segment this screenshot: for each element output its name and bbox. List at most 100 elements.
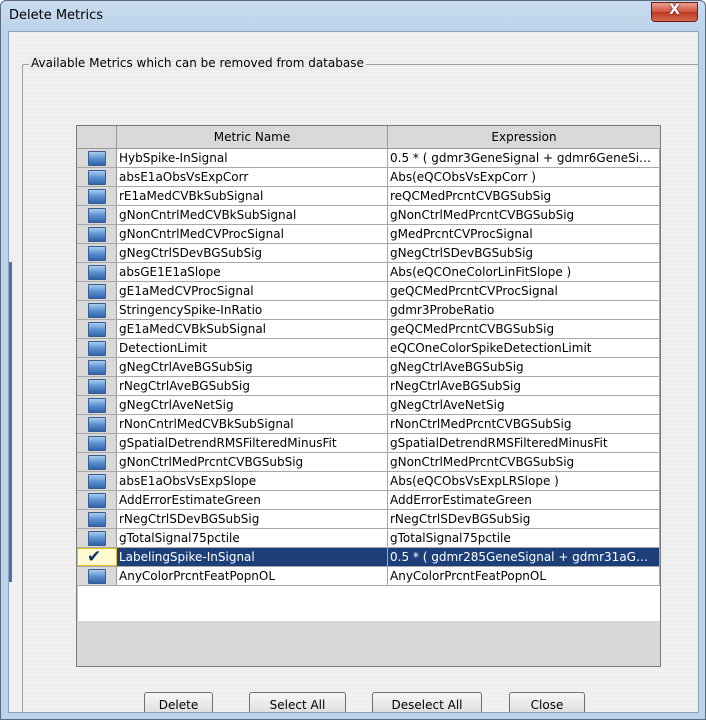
expression-cell[interactable]: 0.5 * ( gdmr285GeneSignal + gdmr31aG… — [388, 548, 660, 566]
metric-name-cell[interactable]: gSpatialDetrendRMSFilteredMinusFit — [117, 434, 388, 452]
table-row[interactable]: AddErrorEstimateGreen AddErrorEstimateGre… — [77, 491, 660, 510]
row-checkbox[interactable] — [77, 567, 117, 585]
row-checkbox[interactable] — [77, 434, 117, 452]
row-checkbox[interactable] — [77, 187, 117, 205]
table-row[interactable]: rNegCtrlSDevBGSubSig rNegCtrlSDevBGSubSig — [77, 510, 660, 529]
row-checkbox[interactable] — [77, 453, 117, 471]
row-checkbox[interactable] — [77, 472, 117, 490]
metric-name-cell[interactable]: DetectionLimit — [117, 339, 388, 357]
metric-name-cell[interactable]: gNegCtrlAveBGSubSig — [117, 358, 388, 376]
metric-name-cell[interactable]: LabelingSpike-InSignal — [117, 548, 388, 566]
table-row[interactable]: gNonCtrlMedPrcntCVBGSubSig gNonCtrlMedPrc… — [77, 453, 660, 472]
row-checkbox[interactable] — [77, 244, 117, 262]
header-metric-name[interactable]: Metric Name — [117, 126, 388, 148]
row-checkbox[interactable] — [77, 301, 117, 319]
metric-name-cell[interactable]: rNegCtrlSDevBGSubSig — [117, 510, 388, 528]
metric-name-cell[interactable]: gNonCntrlMedCVBkSubSignal — [117, 206, 388, 224]
row-checkbox[interactable] — [77, 225, 117, 243]
metric-name-cell[interactable]: absGE1E1aSlope — [117, 263, 388, 281]
metric-name-cell[interactable]: absE1aObsVsExpCorr — [117, 168, 388, 186]
table-row[interactable]: absGE1E1aSlope Abs(eQCOneColorLinFitSlope… — [77, 263, 660, 282]
row-checkbox[interactable] — [77, 377, 117, 395]
table-row[interactable]: gNonCntrlMedCVBkSubSignal gNonCtrlMedPrcn… — [77, 206, 660, 225]
expression-cell[interactable]: Abs(eQCObsVsExpLRSlope ) — [388, 472, 660, 490]
table-row[interactable]: gNonCntrlMedCVProcSignal gMedPrcntCVProcS… — [77, 225, 660, 244]
row-checkbox[interactable]: ✔ — [77, 547, 117, 567]
expression-cell[interactable]: 0.5 * ( gdmr3GeneSignal + gdmr6GeneSi… — [388, 149, 660, 167]
table-row[interactable]: DetectionLimit eQCOneColorSpikeDetectionL… — [77, 339, 660, 358]
metric-name-cell[interactable]: gNegCtrlAveNetSig — [117, 396, 388, 414]
metric-name-cell[interactable]: gTotalSignal75pctile — [117, 529, 388, 547]
table-row[interactable]: ✔ LabelingSpike-InSignal 0.5 * ( gdmr285Ge… — [77, 547, 660, 567]
row-checkbox[interactable] — [77, 320, 117, 338]
expression-cell[interactable]: gNegCtrlAveNetSig — [388, 396, 660, 414]
expression-cell[interactable]: geQCMedPrcntCVProcSignal — [388, 282, 660, 300]
expression-cell[interactable]: gNegCtrlAveBGSubSig — [388, 358, 660, 376]
metric-name-cell[interactable]: rNonCntrlMedCVBkSubSignal — [117, 415, 388, 433]
expression-cell[interactable]: eQCOneColorSpikeDetectionLimit — [388, 339, 660, 357]
expression-cell[interactable]: Abs(eQCOneColorLinFitSlope ) — [388, 263, 660, 281]
row-checkbox[interactable] — [77, 491, 117, 509]
expression-cell[interactable]: rNonCtrlMedPrcntCVBGSubSig — [388, 415, 660, 433]
table-row[interactable]: gNegCtrlAveNetSig gNegCtrlAveNetSig — [77, 396, 660, 415]
row-checkbox[interactable] — [77, 263, 117, 281]
metric-name-cell[interactable]: AnyColorPrcntFeatPopnOL — [117, 567, 388, 585]
delete-button[interactable]: Delete — [144, 692, 213, 712]
table-row[interactable]: rNonCntrlMedCVBkSubSignal rNonCtrlMedPrcn… — [77, 415, 660, 434]
expression-cell[interactable]: AddErrorEstimateGreen — [388, 491, 660, 509]
row-checkbox[interactable] — [77, 149, 117, 167]
table-row[interactable]: rNegCtrlAveBGSubSig rNegCtrlAveBGSubSig — [77, 377, 660, 396]
row-checkbox[interactable] — [77, 415, 117, 433]
table-row[interactable]: StringencySpike-InRatio gdmr3ProbeRatio — [77, 301, 660, 320]
expression-cell[interactable]: gNonCtrlMedPrcntCVBGSubSig — [388, 206, 660, 224]
metric-name-cell[interactable]: gNonCntrlMedCVProcSignal — [117, 225, 388, 243]
table-row[interactable]: gNegCtrlAveBGSubSig gNegCtrlAveBGSubSig — [77, 358, 660, 377]
close-button[interactable]: Close — [509, 692, 585, 712]
metric-name-cell[interactable]: gNegCtrlSDevBGSubSig — [117, 244, 388, 262]
expression-cell[interactable]: reQCMedPrcntCVBGSubSig — [388, 187, 660, 205]
row-checkbox[interactable] — [77, 510, 117, 528]
metric-name-cell[interactable]: rNegCtrlAveBGSubSig — [117, 377, 388, 395]
window-close-button[interactable]: X — [651, 2, 698, 22]
expression-cell[interactable]: gSpatialDetrendRMSFilteredMinusFit — [388, 434, 660, 452]
row-checkbox[interactable] — [77, 529, 117, 547]
table-row[interactable]: gTotalSignal75pctile gTotalSignal75pctile — [77, 529, 660, 548]
expression-cell[interactable]: geQCMedPrcntCVBGSubSig — [388, 320, 660, 338]
table-row[interactable]: AnyColorPrcntFeatPopnOL AnyColorPrcntFeat… — [77, 567, 660, 586]
metric-name-cell[interactable]: gE1aMedCVBkSubSignal — [117, 320, 388, 338]
table-row[interactable]: gSpatialDetrendRMSFilteredMinusFit gSpati… — [77, 434, 660, 453]
expression-cell[interactable]: rNegCtrlSDevBGSubSig — [388, 510, 660, 528]
metric-name-cell[interactable]: absE1aObsVsExpSlope — [117, 472, 388, 490]
select-all-button[interactable]: Select All — [249, 692, 346, 712]
expression-cell[interactable]: gNonCtrlMedPrcntCVBGSubSig — [388, 453, 660, 471]
expression-cell[interactable]: gTotalSignal75pctile — [388, 529, 660, 547]
metric-name-cell[interactable]: gNonCtrlMedPrcntCVBGSubSig — [117, 453, 388, 471]
table-row[interactable]: rE1aMedCVBkSubSignal reQCMedPrcntCVBGSubS… — [77, 187, 660, 206]
expression-cell[interactable]: Abs(eQCObsVsExpCorr ) — [388, 168, 660, 186]
header-expression[interactable]: Expression — [388, 126, 660, 148]
metric-name-cell[interactable]: rE1aMedCVBkSubSignal — [117, 187, 388, 205]
expression-cell[interactable]: gMedPrcntCVProcSignal — [388, 225, 660, 243]
header-checkbox-column[interactable] — [77, 126, 117, 148]
metric-name-cell[interactable]: gE1aMedCVProcSignal — [117, 282, 388, 300]
metrics-table[interactable]: Metric Name Expression HybSpike-InSignal… — [76, 125, 661, 667]
table-row[interactable]: HybSpike-InSignal 0.5 * ( gdmr3GeneSignal… — [77, 149, 660, 168]
row-checkbox[interactable] — [77, 206, 117, 224]
table-row[interactable]: gE1aMedCVBkSubSignal geQCMedPrcntCVBGSubS… — [77, 320, 660, 339]
title-bar[interactable]: Delete Metrics X — [1, 1, 705, 31]
row-checkbox[interactable] — [77, 358, 117, 376]
table-row[interactable]: absE1aObsVsExpSlope Abs(eQCObsVsExpLRSlop… — [77, 472, 660, 491]
expression-cell[interactable]: rNegCtrlAveBGSubSig — [388, 377, 660, 395]
table-row[interactable]: absE1aObsVsExpCorr Abs(eQCObsVsExpCorr ) — [77, 168, 660, 187]
deselect-all-button[interactable]: Deselect All — [372, 692, 482, 712]
metric-name-cell[interactable]: AddErrorEstimateGreen — [117, 491, 388, 509]
row-checkbox[interactable] — [77, 339, 117, 357]
metric-name-cell[interactable]: HybSpike-InSignal — [117, 149, 388, 167]
metric-name-cell[interactable]: StringencySpike-InRatio — [117, 301, 388, 319]
expression-cell[interactable]: gdmr3ProbeRatio — [388, 301, 660, 319]
table-row[interactable]: gNegCtrlSDevBGSubSig gNegCtrlSDevBGSubSig — [77, 244, 660, 263]
row-checkbox[interactable] — [77, 396, 117, 414]
row-checkbox[interactable] — [77, 168, 117, 186]
table-row[interactable]: gE1aMedCVProcSignal geQCMedPrcntCVProcSig… — [77, 282, 660, 301]
row-checkbox[interactable] — [77, 282, 117, 300]
